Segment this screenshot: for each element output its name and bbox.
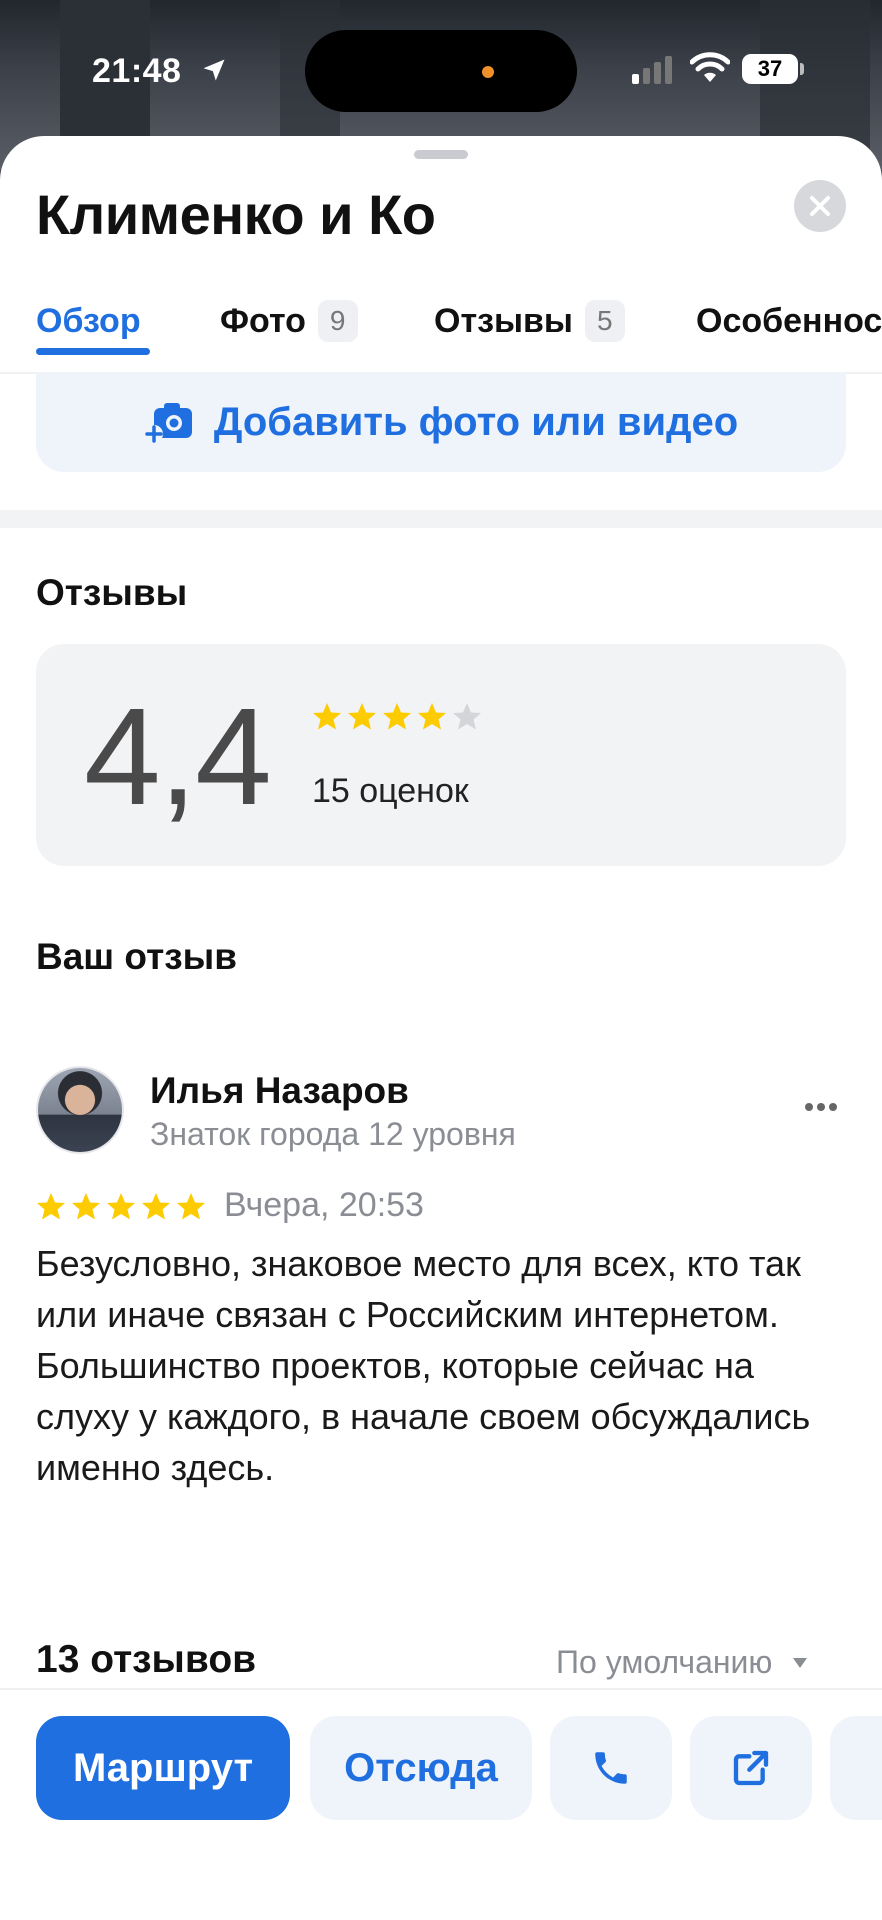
review-date: Вчера, 20:53 xyxy=(224,1186,424,1224)
close-button[interactable] xyxy=(794,180,846,232)
location-arrow-icon xyxy=(203,59,225,81)
section-separator xyxy=(0,510,882,528)
battery-tip xyxy=(800,63,804,75)
avatar[interactable] xyxy=(36,1066,124,1154)
privacy-indicator-dot xyxy=(482,66,494,78)
route-from-here-button[interactable]: Отсюда xyxy=(310,1716,532,1820)
tab-count-badge: 9 xyxy=(317,300,358,342)
status-time: 21:48 xyxy=(92,52,182,90)
rating-value: 4,4 xyxy=(84,680,272,834)
tab-count-badge: 5 xyxy=(584,300,625,342)
place-title: Клименко и Ко xyxy=(36,183,436,246)
tab-reviews[interactable]: Отзывы 5 xyxy=(434,286,625,356)
action-bar: Маршрут Отсюда xyxy=(0,1688,882,1920)
battery-indicator: 37 xyxy=(742,54,798,84)
tab-label: Обзор xyxy=(36,301,141,340)
star-icon xyxy=(72,1193,100,1220)
star-icon xyxy=(418,703,446,730)
route-button[interactable]: Маршрут xyxy=(36,1716,290,1820)
sheet-grabber[interactable] xyxy=(414,150,468,159)
star-icon xyxy=(348,703,376,730)
call-button[interactable] xyxy=(550,1716,672,1820)
more-options-icon[interactable] xyxy=(804,1102,838,1112)
sort-value: По умолчанию xyxy=(556,1644,773,1680)
cellular-signal-icon xyxy=(632,56,672,84)
tab-photos[interactable]: Фото 9 xyxy=(220,286,358,356)
review-author-name[interactable]: Илья Назаров xyxy=(150,1070,409,1112)
ratings-count: 15 оценок xyxy=(312,772,469,810)
star-icon xyxy=(177,1193,205,1220)
star-icon xyxy=(142,1193,170,1220)
star-icon xyxy=(37,1193,65,1220)
open-website-button[interactable] xyxy=(690,1716,812,1820)
star-empty-icon xyxy=(453,703,481,730)
external-link-icon xyxy=(733,1750,769,1786)
sort-dropdown[interactable]: По умолчанию xyxy=(556,1644,808,1681)
review-author-level: Знаток города 12 уровня xyxy=(150,1116,516,1152)
status-bar: 21:48 37 xyxy=(0,0,882,140)
star-icon xyxy=(107,1193,135,1220)
phone-icon xyxy=(595,1752,627,1784)
dynamic-island xyxy=(305,30,577,112)
rating-summary-card[interactable]: 4,4 15 оценок xyxy=(36,644,846,866)
tab-features[interactable]: Особенности xyxy=(696,286,882,356)
reviews-count: 13 отзывов xyxy=(36,1638,257,1681)
star-icon xyxy=(313,703,341,730)
rating-stars xyxy=(312,702,488,739)
add-photo-icon xyxy=(144,403,192,443)
close-icon xyxy=(810,196,830,216)
tab-label: Фото xyxy=(220,301,306,340)
chevron-down-icon xyxy=(793,1657,808,1668)
more-actions-button[interactable] xyxy=(830,1716,882,1820)
review-text: Безусловно, знаковое место для всех, кто… xyxy=(36,1243,811,1488)
tab-label: Особенности xyxy=(696,301,882,340)
tab-overview[interactable]: Обзор xyxy=(36,286,141,356)
reviews-section-title: Отзывы xyxy=(36,572,188,613)
review-stars xyxy=(36,1192,212,1229)
add-photo-video-button[interactable]: Добавить фото или видео xyxy=(36,372,846,472)
tab-label: Отзывы xyxy=(434,301,573,340)
your-review-title: Ваш отзыв xyxy=(36,936,237,977)
place-card-sheet: Клименко и Ко Обзор Фото 9 Отзывы 5 Особ… xyxy=(0,136,882,1920)
wifi-icon xyxy=(690,52,730,82)
active-tab-indicator xyxy=(36,348,150,355)
add-media-label: Добавить фото или видео xyxy=(213,399,739,444)
star-icon xyxy=(383,703,411,730)
